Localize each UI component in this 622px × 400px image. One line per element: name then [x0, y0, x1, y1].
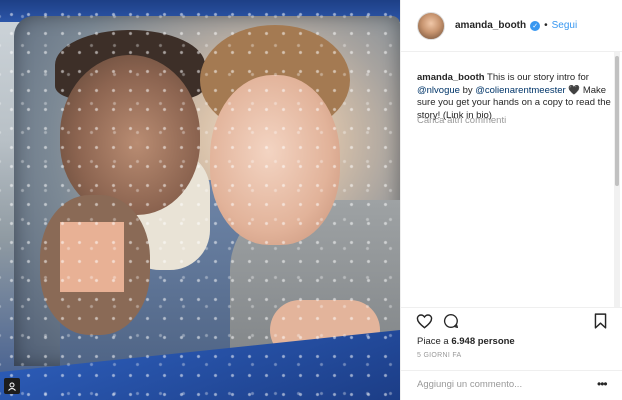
comment-box: ••• — [401, 370, 622, 400]
post-sidebar: amanda_booth ✓ • Segui amanda_booth This… — [400, 0, 622, 400]
heart-emoji: 🖤 — [568, 84, 581, 96]
username[interactable]: amanda_booth — [455, 20, 526, 31]
verified-badge-icon: ✓ — [530, 20, 541, 31]
rain-drops — [0, 0, 400, 400]
likes-suffix: persone — [477, 336, 515, 347]
mention-colienarentmeester[interactable]: @colienarentmeester — [475, 85, 565, 96]
caption-by: by — [462, 84, 473, 96]
follow-button[interactable]: Segui — [552, 20, 578, 31]
caption-username[interactable]: amanda_booth — [417, 72, 485, 83]
divider — [401, 307, 622, 308]
avatar[interactable] — [417, 11, 445, 40]
instagram-corner-icon — [4, 378, 20, 394]
mention-nlvogue[interactable]: @nlvogue — [417, 85, 460, 96]
more-options-icon[interactable]: ••• — [597, 377, 608, 391]
bookmark-icon[interactable] — [591, 312, 609, 330]
scrollbar-thumb[interactable] — [615, 56, 619, 186]
comment-icon[interactable] — [442, 312, 460, 330]
heart-icon[interactable] — [415, 312, 433, 330]
separator-dot: • — [544, 20, 548, 31]
post-timestamp[interactable]: 5 GIORNI FA — [417, 352, 462, 359]
post-photo[interactable] — [0, 0, 400, 400]
load-more-comments[interactable]: Carica altri commenti — [417, 115, 506, 126]
caption-text: This is our story intro for — [487, 72, 589, 83]
comment-input[interactable] — [417, 379, 587, 390]
likes-prefix: Piace a — [417, 336, 449, 347]
post-header: amanda_booth ✓ • Segui — [401, 0, 622, 52]
likes-number: 6.948 — [451, 336, 476, 347]
likes-count[interactable]: Piace a 6.948 persone — [417, 336, 515, 347]
